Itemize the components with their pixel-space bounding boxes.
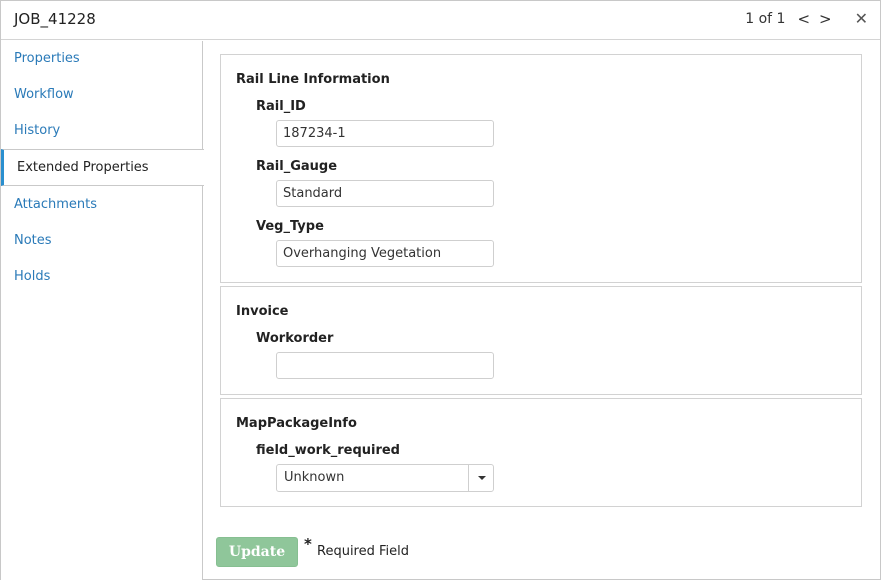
field-work-required-select[interactable]: Unknown [276, 464, 494, 492]
sidebar-item-attachments[interactable]: Attachments [1, 187, 203, 223]
pager: 1 of 1 < > ✕ [745, 10, 868, 29]
sidebar-item-extended-properties[interactable]: Extended Properties [1, 149, 204, 186]
sidebar-item-holds[interactable]: Holds [1, 259, 203, 295]
extended-properties-panel: Rail Line Information Rail_ID Rail_Gauge… [204, 41, 880, 580]
chevron-down-icon[interactable] [468, 465, 493, 491]
title-bar: JOB_41228 1 of 1 < > ✕ [1, 1, 880, 40]
sidebar-item-properties[interactable]: Properties [1, 41, 203, 77]
previous-record-button[interactable]: < [797, 10, 810, 28]
sidebar-item-history[interactable]: History [1, 113, 203, 149]
field-label: Workorder [256, 331, 334, 346]
page-count: 1 of 1 [745, 11, 786, 27]
map-package-info-group: MapPackageInfo field_work_required Unkno… [220, 398, 862, 507]
field-label: Rail_Gauge [256, 159, 338, 174]
sidebar: Properties Workflow History Extended Pro… [1, 41, 204, 580]
group-title: Rail Line Information [236, 72, 390, 87]
close-icon[interactable]: ✕ [855, 10, 868, 28]
invoice-group: Invoice Workorder [220, 286, 862, 395]
field-label: Veg_Type [256, 219, 324, 234]
field-label: field_work_required [256, 443, 400, 458]
group-title: Invoice [236, 304, 289, 319]
select-value: Unknown [284, 470, 345, 485]
update-button[interactable]: Update [216, 537, 298, 567]
rail-gauge-input[interactable] [276, 180, 494, 207]
group-title: MapPackageInfo [236, 416, 357, 431]
window-title: JOB_41228 [14, 10, 96, 28]
rail-line-information-group: Rail Line Information Rail_ID Rail_Gauge… [220, 54, 862, 283]
veg-type-input[interactable] [276, 240, 494, 267]
required-field-note: Required Field [317, 544, 409, 559]
rail-id-input[interactable] [276, 120, 494, 147]
next-record-button[interactable]: > [819, 10, 832, 28]
workorder-input[interactable] [276, 352, 494, 379]
required-asterisk: * [304, 535, 312, 553]
sidebar-item-workflow[interactable]: Workflow [1, 77, 203, 113]
field-label: Rail_ID [256, 99, 306, 114]
sidebar-item-notes[interactable]: Notes [1, 223, 203, 259]
job-window: JOB_41228 1 of 1 < > ✕ Properties Workfl… [0, 0, 881, 580]
